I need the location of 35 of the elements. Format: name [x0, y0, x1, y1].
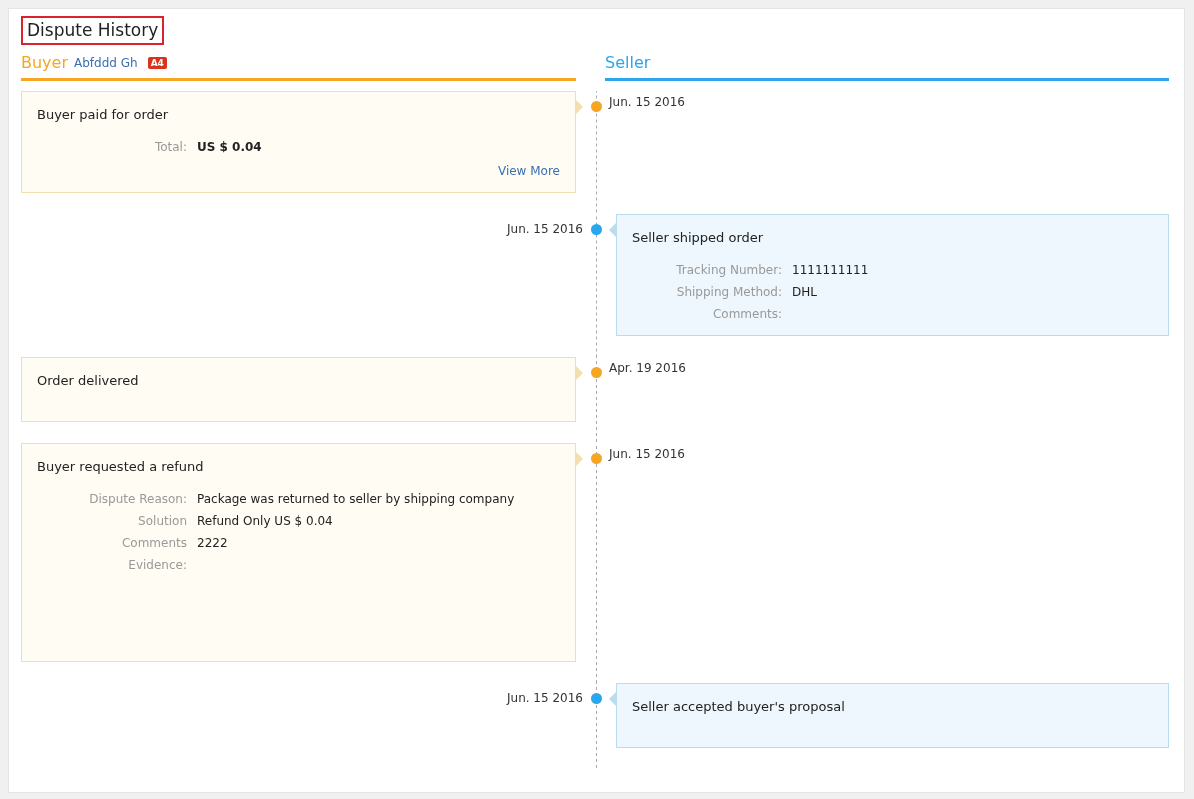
buyer-label: Buyer	[21, 53, 68, 72]
field-label: Comments	[120, 536, 187, 550]
seller-label: Seller	[605, 53, 651, 72]
field-label: Comments:	[711, 307, 782, 321]
event-title: Seller shipped order	[632, 230, 765, 245]
view-more-link[interactable]: View More	[37, 164, 560, 178]
event-title: Buyer requested a refund	[37, 459, 205, 474]
event-date: Jun. 15 2016	[609, 95, 685, 109]
event-date: Jun. 15 2016	[507, 691, 583, 707]
event-title: Seller accepted buyer's proposal	[632, 699, 846, 714]
timeline-dot	[590, 453, 602, 464]
field-label: Shipping Method:	[675, 285, 782, 299]
field-value: 1111111111	[792, 263, 870, 277]
buyer-name-link[interactable]: Abfddd Gh	[74, 55, 138, 70]
timeline-dot	[590, 101, 602, 112]
timeline-dot	[590, 367, 602, 378]
field-value: DHL	[792, 285, 818, 299]
field-value: Refund Only US $ 0.04	[197, 514, 334, 528]
page-title: Dispute History	[21, 16, 165, 45]
field-label: Evidence:	[127, 558, 187, 572]
field-value: 2222	[197, 536, 229, 550]
field-label: Solution	[137, 514, 187, 528]
timeline-dot	[590, 224, 602, 235]
field-value: Package was returned to seller by shipping company	[197, 492, 516, 506]
level-badge: A4	[147, 56, 167, 69]
event-title: Buyer paid for order	[37, 107, 170, 122]
event-date: Jun. 15 2016	[609, 447, 685, 461]
field-label: Dispute Reason:	[88, 492, 187, 506]
timeline-dot	[590, 693, 602, 704]
field-label: Total:	[153, 140, 187, 154]
event-title: Order delivered	[37, 373, 140, 388]
event-date: Jun. 15 2016	[507, 222, 583, 238]
field-label: Tracking Number:	[675, 263, 782, 277]
event-date: Apr. 19 2016	[609, 361, 686, 375]
field-value: US $ 0.04	[197, 140, 263, 154]
